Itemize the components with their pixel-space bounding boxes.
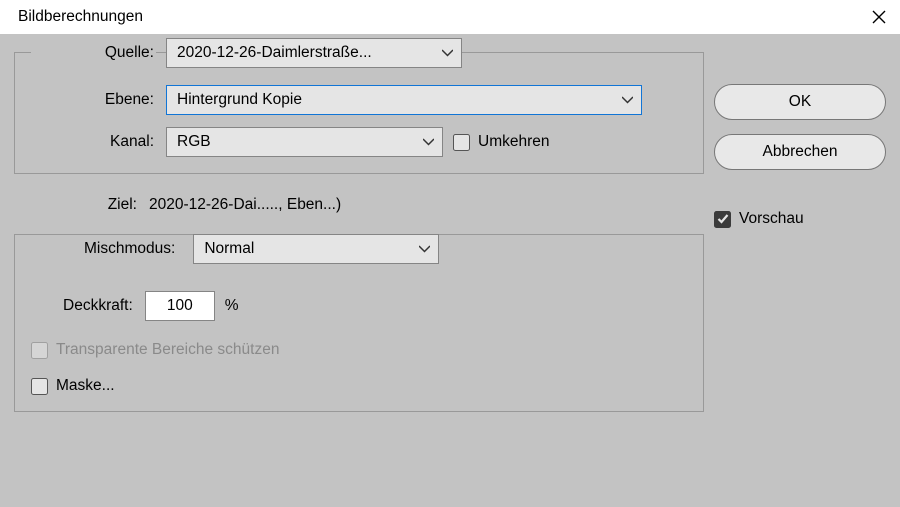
target-row: Ziel: 2020-12-26-Dai....., Eben...) xyxy=(14,196,704,214)
titlebar: Bildberechnungen xyxy=(0,0,900,34)
channel-value: RGB xyxy=(177,133,211,151)
layer-value: Hintergrund Kopie xyxy=(177,91,302,109)
preview-checkbox[interactable]: Vorschau xyxy=(714,210,804,228)
chevron-down-icon xyxy=(423,138,434,146)
source-label: Quelle: xyxy=(31,44,156,62)
checkbox-icon xyxy=(453,134,470,151)
side-column: OK Abbrechen Vorschau xyxy=(714,52,886,489)
opacity-field[interactable]: 100 xyxy=(145,291,215,321)
blend-dropdown[interactable]: Normal xyxy=(193,234,439,264)
invert-label: Umkehren xyxy=(478,133,550,151)
preserve-transparency-label: Transparente Bereiche schützen xyxy=(56,341,279,359)
layer-label: Ebene: xyxy=(31,91,156,109)
dialog-body: Quelle: 2020-12-26-Daimlerstraße... Eben… xyxy=(0,34,900,507)
opacity-label: Deckkraft: xyxy=(61,297,135,315)
mask-label: Maske... xyxy=(56,377,115,395)
blend-label: Mischmodus: xyxy=(76,240,183,258)
percent-label: % xyxy=(225,297,239,315)
chevron-down-icon xyxy=(442,49,453,57)
checkbox-icon xyxy=(31,378,48,395)
mask-checkbox[interactable]: Maske... xyxy=(31,377,115,395)
source-group: Quelle: 2020-12-26-Daimlerstraße... Eben… xyxy=(14,52,704,174)
blend-group: Mischmodus: Normal Deckkraft: 100 % Tran… xyxy=(14,234,704,412)
dialog-title: Bildberechnungen xyxy=(18,8,143,26)
target-label: Ziel: xyxy=(14,196,139,214)
chevron-down-icon xyxy=(419,245,430,253)
cancel-button[interactable]: Abbrechen xyxy=(714,134,886,170)
checkbox-icon xyxy=(714,211,731,228)
invert-checkbox[interactable]: Umkehren xyxy=(453,133,550,151)
source-value: 2020-12-26-Daimlerstraße... xyxy=(177,44,372,62)
layer-dropdown[interactable]: Hintergrund Kopie xyxy=(166,85,642,115)
ok-button[interactable]: OK xyxy=(714,84,886,120)
channel-dropdown[interactable]: RGB xyxy=(166,127,443,157)
checkbox-icon xyxy=(31,342,48,359)
close-icon[interactable] xyxy=(872,10,886,24)
target-value: 2020-12-26-Dai....., Eben...) xyxy=(149,196,341,214)
preview-label: Vorschau xyxy=(739,210,804,228)
preserve-transparency-checkbox: Transparente Bereiche schützen xyxy=(31,341,279,359)
chevron-down-icon xyxy=(622,96,633,104)
source-dropdown[interactable]: 2020-12-26-Daimlerstraße... xyxy=(166,38,462,68)
channel-label: Kanal: xyxy=(31,133,156,151)
blend-value: Normal xyxy=(204,240,254,258)
